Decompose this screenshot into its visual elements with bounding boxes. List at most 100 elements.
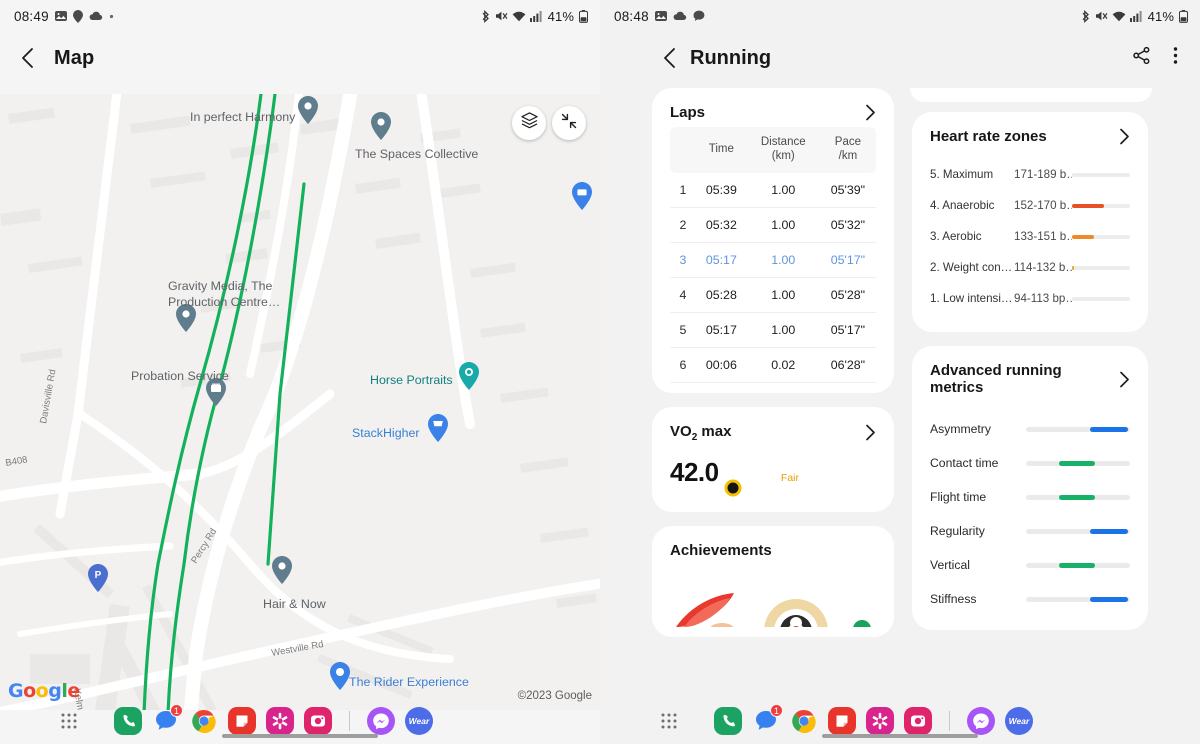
achievements-card[interactable]: Achievements [652, 525, 894, 637]
metric-name: Flight time [930, 490, 987, 504]
battery-icon [1179, 9, 1188, 23]
dock-divider [349, 711, 350, 731]
vo2max-value: 42.0 [670, 456, 719, 487]
messenger-app-icon[interactable] [967, 707, 995, 735]
chevron-right-icon[interactable] [1119, 371, 1130, 388]
hr-zone-fill [1072, 203, 1105, 208]
table-row[interactable]: 4 05:28 1.00 05'28" [670, 277, 876, 313]
status-bar: 08:48 41% [600, 0, 1200, 32]
table-row[interactable]: 2 05:32 1.00 05'32" [670, 207, 876, 243]
poi-label-stackhigher[interactable]: StackHigher [352, 426, 420, 440]
map-pin-horse-portraits[interactable] [459, 362, 479, 390]
back-button[interactable] [662, 47, 678, 69]
status-time: 08:49 [14, 8, 49, 24]
navigation-pill[interactable] [222, 734, 378, 738]
hr-zones-list: 5. Maximum 171-189 b… 4. Anaerobic 152-170 … [930, 151, 1130, 322]
header-actions [1132, 46, 1178, 70]
instagram-app-icon[interactable] [904, 707, 932, 735]
apps-grid-icon[interactable] [56, 708, 82, 734]
advanced-metrics-card[interactable]: Advanced running metrics Asymmetry Contac… [912, 346, 1148, 630]
lap-time: 05:39 [696, 172, 747, 208]
screenshot-pair: 08:49 41% Map Davisville Rd B408 Percy R… [0, 0, 1200, 744]
layers-button[interactable] [512, 106, 546, 140]
lap-index: 5 [670, 312, 696, 348]
instagram-app-icon[interactable] [304, 707, 332, 735]
poi-label-probation-service[interactable]: Probation Service [131, 369, 229, 383]
map-pin-shop[interactable] [572, 182, 592, 210]
signal-icon [1129, 10, 1142, 22]
map-pin-hair-and-now[interactable] [272, 556, 292, 584]
laps-card-header[interactable]: Laps [670, 104, 876, 121]
map-pin-in-perfect-harmony[interactable] [298, 96, 318, 124]
battery-percent: 41% [547, 8, 574, 24]
poi-label-rider-experience[interactable]: The Rider Experience [349, 675, 469, 689]
table-row[interactable]: 6 00:06 0.02 06'28" [670, 347, 876, 383]
cards-scroll-area[interactable]: Laps Time Distance (km) Pace /km 1 05:39… [600, 88, 1200, 710]
map-pin-rider-experience[interactable] [330, 662, 350, 690]
chrome-app-icon[interactable] [190, 707, 218, 735]
table-row[interactable]: 1 05:39 1.00 05'39" [670, 172, 876, 208]
lap-index: 4 [670, 277, 696, 313]
navigation-pill[interactable] [822, 734, 978, 738]
vo2max-card-header[interactable]: VO2 max [670, 423, 876, 443]
back-button[interactable] [20, 47, 36, 69]
heart-rate-zones-card[interactable]: Heart rate zones 5. Maximum 171-189 b… 4. … [912, 112, 1148, 332]
chevron-right-icon[interactable] [865, 104, 876, 121]
phone-app-icon[interactable] [714, 707, 742, 735]
laps-col-pace: Pace /km [819, 127, 876, 173]
hr-zone-name: 1. Low intensi… [930, 292, 1013, 305]
metric-fill [1059, 562, 1095, 568]
laps-card[interactable]: Laps Time Distance (km) Pace /km 1 05:39… [652, 88, 894, 393]
map-pin-parking[interactable]: P [88, 564, 108, 592]
achievement-badge-extra[interactable] [842, 575, 876, 627]
poi-label-gravity-media[interactable]: Gravity Media, The Production Centre… [168, 279, 280, 310]
wear-app-label: Wear [1008, 716, 1030, 726]
messages-app-icon[interactable]: 1 [152, 704, 183, 735]
messenger-app-icon[interactable] [367, 707, 395, 735]
collapse-button[interactable] [552, 106, 586, 140]
map-pin-spaces-collective[interactable] [371, 112, 391, 140]
phone-app-icon[interactable] [114, 707, 142, 735]
share-icon[interactable] [1132, 46, 1151, 70]
poi-label-in-perfect-harmony[interactable]: In perfect Harmony [190, 110, 295, 124]
achievement-badge-gold-arc[interactable] [754, 575, 836, 627]
vo2max-card[interactable]: VO2 max 42.0 Fair [652, 406, 894, 512]
laps-table: Time Distance (km) Pace /km 1 05:39 1.00… [670, 127, 876, 383]
advanced-metrics-card-header[interactable]: Advanced running metrics [930, 362, 1130, 396]
hr-zones-card-header[interactable]: Heart rate zones [930, 128, 1130, 145]
hr-zone-name: 2. Weight con… [930, 261, 1013, 274]
hr-zone-range: 114-132 b… [1014, 261, 1072, 274]
asterisk-app-icon[interactable] [866, 707, 894, 735]
metric-name: Regularity [930, 524, 985, 538]
apps-grid-icon[interactable] [656, 708, 682, 734]
messages-app-icon[interactable]: 1 [752, 704, 783, 735]
wifi-icon [1112, 11, 1126, 22]
messages-badge: 1 [769, 704, 783, 717]
hr-zone-track [1072, 203, 1130, 208]
table-row[interactable]: 3 05:17 1.00 05'17" [670, 242, 876, 278]
status-time: 08:48 [614, 8, 649, 24]
asterisk-app-icon[interactable] [266, 707, 294, 735]
wear-app-icon[interactable]: Wear [405, 707, 433, 735]
keep-app-icon[interactable] [228, 707, 256, 735]
achievement-badge-red-swoosh[interactable] [670, 575, 748, 627]
map-canvas[interactable]: Davisville Rd B408 Percy Rd Westville Rd… [0, 94, 600, 710]
poi-label-hair-and-now[interactable]: Hair & Now [263, 597, 326, 611]
metric-row: Stiffness [930, 582, 1130, 616]
keep-app-icon[interactable] [828, 707, 856, 735]
chevron-right-icon[interactable] [1119, 128, 1130, 145]
poi-label-horse-portraits[interactable]: Horse Portraits [370, 373, 453, 387]
mute-icon [495, 10, 508, 22]
table-row[interactable]: 5 05:17 1.00 05'17" [670, 312, 876, 348]
wear-app-icon[interactable]: Wear [1005, 707, 1033, 735]
hr-zone-track [1072, 296, 1130, 301]
map-pin-stackhigher[interactable] [428, 414, 448, 442]
gallery-icon [54, 10, 67, 22]
more-vertical-icon[interactable] [1173, 46, 1178, 70]
page-title: Running [690, 46, 772, 69]
metric-track [1026, 562, 1130, 568]
svg-text:P: P [95, 570, 102, 581]
chevron-right-icon[interactable] [865, 424, 876, 441]
poi-label-spaces-collective[interactable]: The Spaces Collective [355, 147, 478, 161]
chrome-app-icon[interactable] [790, 707, 818, 735]
